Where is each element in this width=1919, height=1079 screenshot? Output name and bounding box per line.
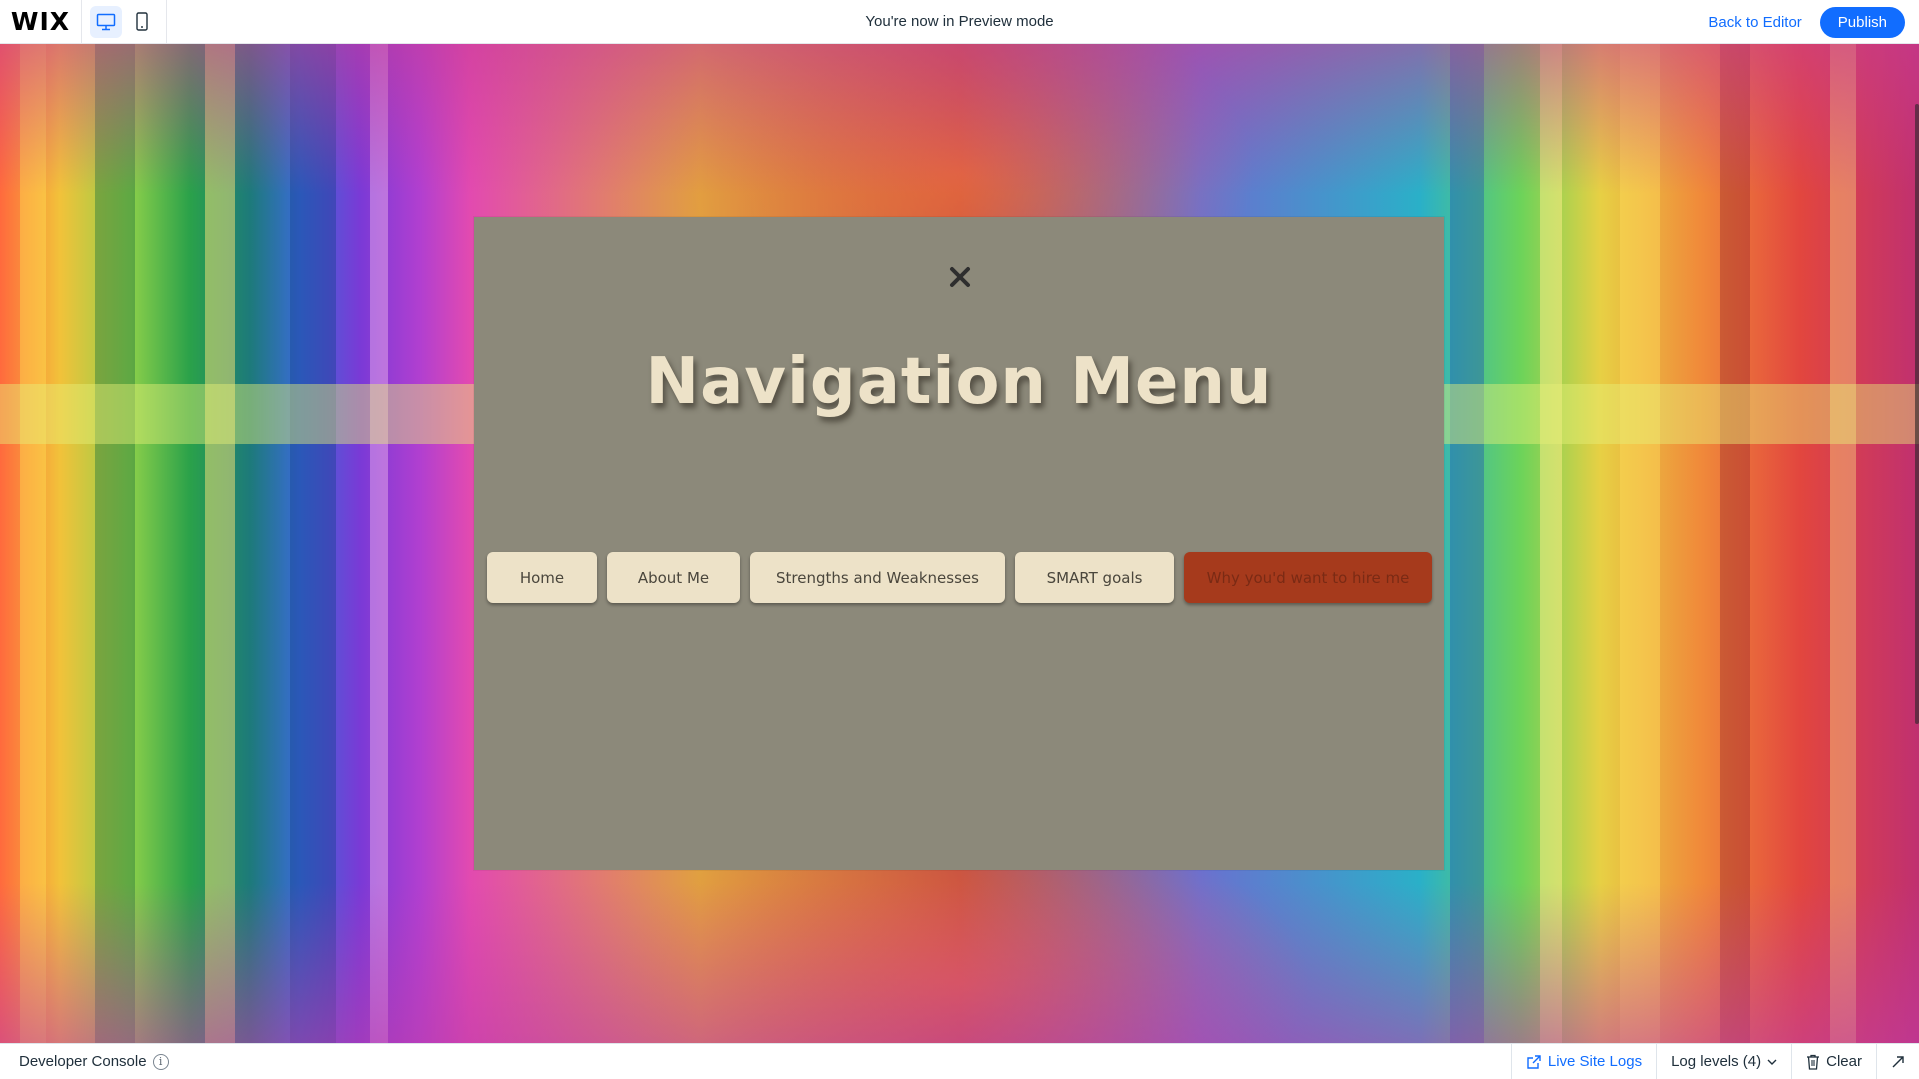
page-scrollbar[interactable] — [1915, 104, 1919, 724]
info-icon[interactable]: i — [152, 1053, 169, 1070]
external-link-icon — [1527, 1054, 1541, 1069]
menu-item-strengths-weaknesses[interactable]: Strengths and Weaknesses — [750, 552, 1005, 603]
log-levels-dropdown[interactable]: Log levels (4) — [1656, 1044, 1791, 1079]
site-canvas: Navigation Menu Home About Me Strengths … — [0, 44, 1919, 1043]
device-switcher — [82, 0, 167, 44]
navigation-lightbox: Navigation Menu Home About Me Strengths … — [474, 217, 1444, 870]
developer-console-title[interactable]: Developer Console i — [19, 1053, 169, 1070]
navigation-menu: Home About Me Strengths and Weaknesses S… — [487, 552, 1432, 603]
publish-button[interactable]: Publish — [1819, 6, 1905, 38]
wix-logo[interactable]: WIX — [0, 0, 82, 44]
live-site-logs-button[interactable]: Live Site Logs — [1510, 1044, 1656, 1079]
menu-item-about-me[interactable]: About Me — [607, 552, 740, 603]
preview-mode-label: You're now in Preview mode — [865, 13, 1054, 30]
menu-item-smart-goals[interactable]: SMART goals — [1015, 552, 1174, 603]
close-button[interactable] — [944, 261, 976, 293]
live-site-logs-label: Live Site Logs — [1547, 1053, 1643, 1070]
developer-console-actions: Live Site Logs Log levels (4) Clear — [1510, 1044, 1919, 1079]
chevron-down-icon — [1767, 1059, 1777, 1065]
expand-icon — [1892, 1055, 1904, 1067]
preview-topbar: WIX You're now in Preview mode Back to E… — [0, 0, 1919, 44]
desktop-icon — [96, 13, 116, 30]
developer-console-label: Developer Console — [19, 1053, 147, 1070]
expand-console-button[interactable] — [1876, 1044, 1919, 1079]
developer-console: Developer Console i Live Site Logs Log l… — [0, 1043, 1919, 1079]
clear-button[interactable]: Clear — [1791, 1044, 1876, 1079]
close-icon — [950, 267, 970, 287]
log-levels-label: Log levels (4) — [1671, 1053, 1762, 1070]
mobile-view-button[interactable] — [126, 6, 158, 38]
trash-icon — [1807, 1054, 1820, 1070]
clear-label: Clear — [1826, 1053, 1862, 1070]
menu-item-hire-me[interactable]: Why you'd want to hire me — [1184, 552, 1432, 603]
topbar-actions: Back to Editor Publish — [1708, 0, 1905, 44]
back-to-editor-link[interactable]: Back to Editor — [1708, 14, 1801, 31]
navigation-menu-title: Navigation Menu — [645, 345, 1273, 419]
desktop-view-button[interactable] — [90, 5, 122, 38]
menu-item-home[interactable]: Home — [487, 552, 597, 603]
mobile-icon — [136, 12, 148, 31]
